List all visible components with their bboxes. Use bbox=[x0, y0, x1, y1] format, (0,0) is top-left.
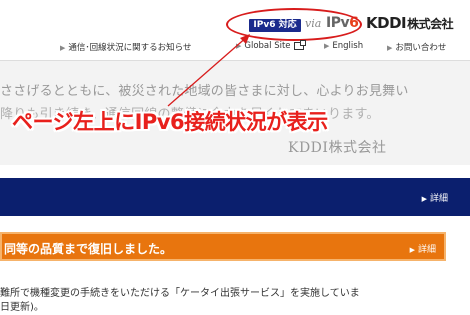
arrow-right-icon: ▶ bbox=[324, 42, 330, 50]
kddi-logo[interactable]: KDDI株式会社 bbox=[366, 14, 454, 32]
detail-link-label: 詳細 bbox=[417, 245, 436, 255]
nav-link-label: Global Site bbox=[244, 41, 291, 51]
detail-link[interactable]: ▶ 詳細 bbox=[422, 191, 448, 204]
site-header: IPv6 対応 via IPv6 KDDI株式会社 ▶ 通信･回線状況に関するお知… bbox=[0, 0, 470, 60]
nav-link-global-site[interactable]: ▶ Global Site bbox=[236, 39, 306, 51]
notice-signature: KDDI株式会社 bbox=[288, 140, 387, 156]
detail-link-label: 詳細 bbox=[429, 194, 448, 204]
body-text: 難所で機種変更の手続きをいただける「ケータイ出張サービス」を実施していま 日更新… bbox=[0, 287, 360, 315]
arrow-right-icon: ▶ bbox=[60, 44, 66, 52]
highlight-ellipse bbox=[226, 8, 362, 41]
nav-link-contact[interactable]: ▶ お問い合わせ bbox=[387, 41, 446, 53]
nav-link-network-status[interactable]: ▶ 通信･回線状況に関するお知らせ bbox=[60, 41, 191, 53]
nav-link-label: お問い合わせ bbox=[395, 43, 447, 53]
new-window-icon bbox=[293, 39, 306, 50]
detail-link[interactable]: ▶ 詳細 bbox=[410, 242, 436, 255]
nav-link-label: 通信･回線状況に関するお知らせ bbox=[68, 43, 192, 53]
kddi-logo-text: KDDI bbox=[366, 14, 407, 32]
annotation-caption: ページ左上にIPv6接続状況が表示 bbox=[12, 110, 328, 134]
notice-text-line1: ささげるとともに、被災された地域の皆さまに対し、心よりお見舞い bbox=[0, 84, 409, 99]
nav-link-english[interactable]: ▶ English bbox=[324, 41, 363, 51]
news-bar-blue: ▶ 詳細 bbox=[0, 178, 470, 216]
news-bar-orange: 同等の品質まで復旧しました。 ▶ 詳細 bbox=[0, 232, 446, 261]
arrow-right-icon: ▶ bbox=[387, 44, 393, 52]
arrow-right-icon: ▶ bbox=[236, 42, 242, 50]
arrow-right-icon: ▶ bbox=[409, 246, 415, 254]
body-text-line2: 日更新)。 bbox=[0, 302, 44, 313]
arrow-right-icon: ▶ bbox=[421, 195, 427, 203]
body-text-line1: 難所で機種変更の手続きをいただける「ケータイ出張サービス」を実施していま bbox=[0, 288, 360, 299]
nav-link-label: English bbox=[332, 41, 364, 51]
kddi-company-text: 株式会社 bbox=[407, 17, 454, 31]
restoration-notice-text: 同等の品質まで復旧しました。 bbox=[4, 242, 173, 256]
